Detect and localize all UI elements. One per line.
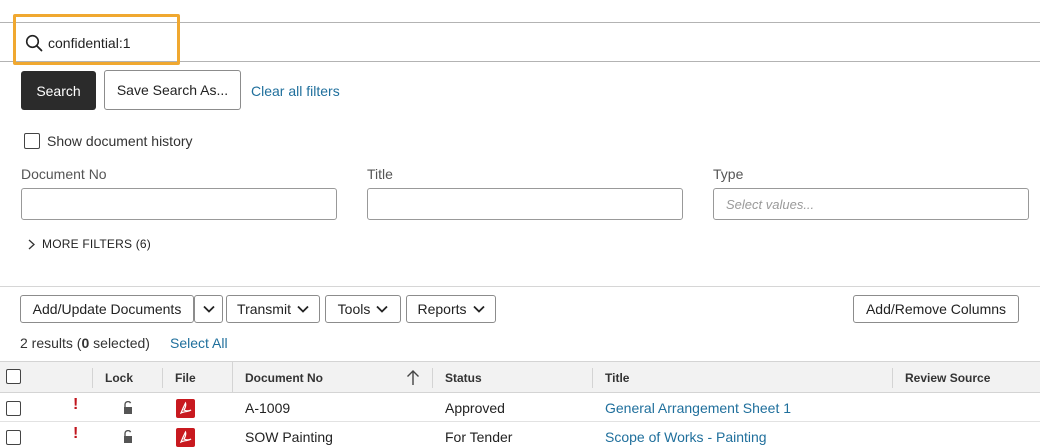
clear-all-filters-link[interactable]: Clear all filters [251, 83, 340, 99]
acrobat-icon [179, 401, 192, 415]
chevron-down-icon [472, 305, 485, 313]
chevron-down-icon [297, 305, 309, 313]
column-header-review-source[interactable]: Review Source [905, 371, 990, 385]
unlocked-icon[interactable] [122, 401, 134, 415]
document-no-input[interactable] [21, 188, 337, 220]
row-checkbox[interactable] [6, 430, 21, 445]
more-filters-label: MORE FILTERS (6) [42, 237, 151, 251]
reports-label: Reports [417, 301, 467, 317]
column-separator [892, 368, 893, 388]
add-update-dropdown-button[interactable] [194, 295, 223, 323]
cell-document-no: A-1009 [245, 400, 291, 416]
column-separator [162, 368, 163, 388]
column-header-lock[interactable]: Lock [105, 371, 133, 385]
reports-button[interactable]: Reports [406, 295, 496, 323]
add-update-documents-button[interactable]: Add/Update Documents [20, 295, 194, 323]
results-count: 2 results (0 selected) [20, 335, 150, 351]
table-row[interactable]: ! SOW Painting For Tender Scope of Works… [0, 422, 1040, 447]
select-all-link[interactable]: Select All [170, 335, 228, 351]
search-button[interactable]: Search [21, 71, 96, 110]
column-separator [432, 368, 433, 388]
row-checkbox[interactable] [6, 401, 21, 416]
tools-label: Tools [337, 301, 371, 317]
chevron-down-icon [202, 305, 215, 313]
column-separator [232, 362, 233, 392]
pdf-file-icon[interactable] [176, 428, 195, 447]
title-label: Title [367, 166, 393, 182]
type-placeholder: Select values... [726, 197, 815, 212]
results-suffix: selected) [89, 335, 150, 351]
show-history-label: Show document history [47, 133, 193, 149]
search-input[interactable]: confidential:1 [25, 30, 131, 56]
more-filters-toggle[interactable]: MORE FILTERS (6) [28, 237, 151, 251]
transmit-label: Transmit [237, 301, 291, 317]
sort-ascending-icon[interactable] [406, 369, 420, 386]
document-no-label: Document No [21, 166, 107, 182]
results-prefix: 2 results ( [20, 335, 82, 351]
column-header-title[interactable]: Title [605, 371, 629, 385]
unlocked-icon[interactable] [122, 430, 134, 444]
alert-icon: ! [73, 396, 79, 413]
cell-document-no: SOW Painting [245, 429, 333, 445]
cell-status: For Tender [445, 429, 513, 445]
table-header: Lock File Document No Status Title Revie… [0, 361, 1040, 393]
chevron-right-icon [28, 239, 35, 249]
column-separator [92, 368, 93, 388]
chevron-down-icon [376, 305, 388, 313]
search-icon [25, 34, 43, 52]
acrobat-icon [179, 430, 192, 444]
transmit-button[interactable]: Transmit [226, 295, 320, 323]
alert-icon: ! [73, 425, 79, 442]
save-search-as-button[interactable]: Save Search As... [104, 70, 241, 110]
show-history-checkbox[interactable] [24, 133, 40, 149]
column-separator [592, 368, 593, 388]
section-divider [0, 286, 1040, 287]
cell-title-link[interactable]: Scope of Works - Painting [605, 429, 767, 445]
column-header-document-no[interactable]: Document No [245, 371, 323, 385]
column-header-status[interactable]: Status [445, 371, 482, 385]
cell-title-link[interactable]: General Arrangement Sheet 1 [605, 400, 791, 416]
add-remove-columns-button[interactable]: Add/Remove Columns [853, 295, 1019, 323]
column-header-file[interactable]: File [175, 371, 196, 385]
table-row[interactable]: ! A-1009 Approved General Arrangement Sh… [0, 393, 1040, 422]
title-input[interactable] [367, 188, 683, 220]
pdf-file-icon[interactable] [176, 399, 195, 418]
select-all-checkbox[interactable] [6, 369, 21, 384]
tools-button[interactable]: Tools [325, 295, 401, 323]
search-input-value[interactable]: confidential:1 [48, 35, 131, 51]
cell-status: Approved [445, 400, 505, 416]
type-select[interactable]: Select values... [713, 188, 1029, 220]
type-label: Type [713, 166, 744, 182]
